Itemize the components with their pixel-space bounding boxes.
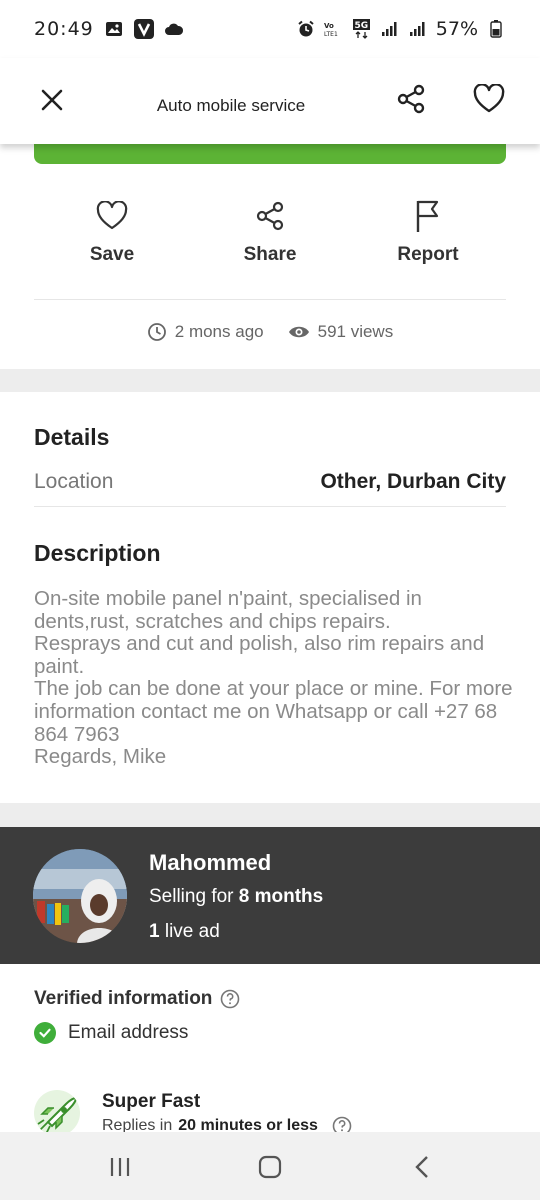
- heart-icon: [473, 84, 505, 113]
- heart-icon: [96, 201, 128, 230]
- verified-email: Email address: [34, 1022, 188, 1044]
- report-button[interactable]: Report: [358, 196, 498, 266]
- seller-avatar[interactable]: [33, 849, 127, 943]
- v-app-icon: [133, 19, 154, 39]
- volte-icon: Vo LTE1: [324, 19, 344, 39]
- eye-icon: [288, 326, 309, 338]
- share-icon: [397, 84, 425, 114]
- share-icon: [256, 201, 284, 231]
- signal-icon: [380, 19, 400, 39]
- details-heading: Details: [34, 424, 110, 450]
- location-value: Other, Durban City: [320, 470, 506, 493]
- report-label: Report: [397, 244, 459, 265]
- signal-icon: [408, 19, 428, 39]
- clock-icon: [147, 323, 166, 341]
- svg-text:Vo: Vo: [324, 22, 334, 30]
- alarm-icon: [296, 19, 316, 39]
- divider: [34, 299, 506, 300]
- description-heading: Description: [34, 540, 161, 566]
- battery-percent: 57%: [435, 18, 478, 40]
- share-button[interactable]: Share: [200, 196, 340, 266]
- description-line: The job can be done at your place or min…: [34, 677, 513, 746]
- status-bar: 20:49 Vo LTE1 5G 57%: [0, 0, 540, 58]
- description-line: Regards, Mike: [34, 745, 167, 769]
- location-label: Location: [34, 470, 114, 493]
- seller-name: Mahommed: [149, 850, 272, 875]
- seller-duration: Selling for 8 months: [149, 886, 324, 907]
- posted-text: 2 mons ago: [174, 322, 264, 341]
- ad-meta: 2 mons ago 591 views: [0, 322, 540, 342]
- section-separator: [0, 803, 540, 827]
- save-button[interactable]: Save: [42, 196, 182, 266]
- header-favorite-button[interactable]: [471, 81, 507, 117]
- seller-card[interactable]: Mahommed Selling for 8 months 1 live ad: [0, 827, 540, 964]
- section-separator: [0, 369, 540, 392]
- header-share-button[interactable]: [393, 81, 429, 117]
- recent-apps-icon: [110, 1158, 130, 1176]
- verified-heading: Verified information: [34, 988, 240, 1010]
- home-button[interactable]: [250, 1152, 290, 1182]
- description-line: Resprays and cut and polish, also rim re…: [34, 632, 485, 678]
- share-label: Share: [243, 244, 297, 265]
- rocket-icon: [34, 1090, 80, 1136]
- description-body: On-site mobile panel n'paint, specialise…: [34, 587, 514, 769]
- help-icon[interactable]: [220, 989, 240, 1009]
- seller-live-ads[interactable]: 1 live ad: [149, 921, 220, 943]
- gallery-icon: [104, 19, 124, 39]
- posted-time: 2 mons ago: [147, 322, 264, 342]
- app-header: Auto mobile service: [0, 58, 540, 144]
- views-text: 591 views: [317, 322, 394, 341]
- recent-apps-button[interactable]: [100, 1152, 140, 1182]
- cloud-icon: [164, 19, 184, 39]
- save-label: Save: [89, 244, 135, 265]
- chevron-left-icon: [415, 1156, 428, 1178]
- status-left: 20:49: [34, 18, 184, 40]
- home-icon: [258, 1155, 282, 1179]
- svg-text:LTE1: LTE1: [324, 31, 338, 38]
- action-row: Save Share Report: [0, 196, 540, 276]
- flag-icon: [416, 200, 439, 232]
- divider: [34, 506, 506, 507]
- system-nav-bar: [0, 1132, 540, 1200]
- battery-icon: [486, 19, 506, 39]
- svg-text:5G: 5G: [354, 21, 368, 31]
- description-line: On-site mobile panel n'paint, specialise…: [34, 587, 422, 633]
- view-count: 591 views: [288, 322, 394, 342]
- check-icon: [34, 1022, 56, 1044]
- back-button[interactable]: [402, 1152, 442, 1182]
- status-right: Vo LTE1 5G 57%: [296, 18, 506, 40]
- badge-title: Super Fast: [102, 1091, 201, 1112]
- 5g-icon: 5G: [352, 19, 372, 39]
- status-time: 20:49: [34, 18, 94, 40]
